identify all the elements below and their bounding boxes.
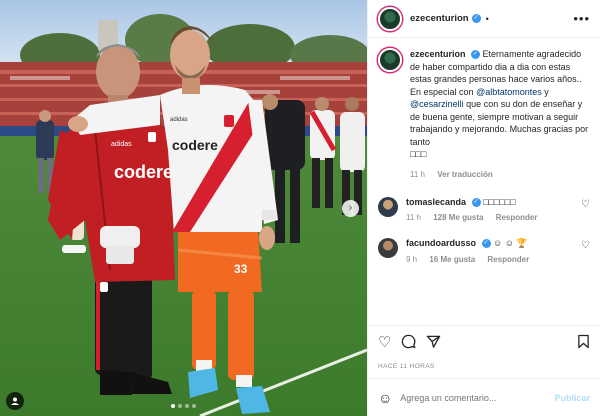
add-comment-bar: ☺ Publicar: [368, 378, 600, 416]
coach-shirt-brand: adidas: [111, 141, 132, 148]
author-avatar[interactable]: [378, 6, 402, 31]
comment-text: □□□□□□: [483, 197, 516, 207]
player-shirt-sponsor: codere: [172, 137, 218, 153]
chevron-right-icon: ›: [348, 202, 353, 214]
header-separator: •: [485, 13, 489, 24]
verified-icon: ✓: [471, 50, 481, 60]
reply-button[interactable]: Responder: [487, 255, 529, 264]
carousel-dot: [192, 404, 196, 408]
comment: tomaslecanda ✓ □□□□□□ 11 h 128 Me gusta …: [378, 197, 590, 222]
publish-button[interactable]: Publicar: [554, 393, 590, 403]
commenter-avatar[interactable]: [378, 197, 398, 217]
post-timestamp: HACE 11 HORAS: [378, 363, 435, 370]
bookmark-icon[interactable]: [577, 334, 590, 349]
comments-area[interactable]: ezecenturion ✓ Eternamente agradecido de…: [368, 38, 600, 325]
comment-text: ☺ ☺ 🏆: [493, 238, 528, 249]
caption-age: 11 h: [410, 169, 425, 179]
verified-icon: ✓: [471, 198, 481, 208]
emoji-icon[interactable]: ☺: [378, 390, 392, 406]
mention-link[interactable]: @cesarzinelli: [410, 99, 464, 109]
comment-body: facundoardusso ✓ ☺ ☺ 🏆 9 h 16 Me gusta R…: [406, 238, 581, 264]
share-icon[interactable]: [426, 334, 441, 349]
coach-shirt-sponsor: codere: [114, 162, 173, 182]
caption-text: y: [544, 86, 549, 97]
carousel-indicator: [0, 404, 367, 408]
caption-text-block: ezecenturion ✓ Eternamente agradecido de…: [410, 48, 590, 181]
heart-icon[interactable]: ♡: [378, 333, 391, 351]
next-photo-button[interactable]: ›: [342, 200, 359, 217]
comment-age: 9 h: [406, 255, 418, 265]
comment-meta: 11 h 128 Me gusta Responder: [406, 213, 581, 222]
caption-meta: 11 h Ver traducción: [410, 169, 590, 182]
commenter-username[interactable]: facundoardusso: [406, 238, 476, 248]
player-shirt-brand: adidas: [170, 117, 188, 123]
author-username[interactable]: ezecenturion: [410, 13, 469, 24]
post-header: ezecenturion ✓ • •••: [368, 0, 600, 38]
commenter-username[interactable]: tomaslecanda: [406, 197, 466, 207]
caption-avatar[interactable]: [378, 48, 402, 72]
mention-link[interactable]: @albtatomontes: [476, 87, 542, 97]
comment-likes[interactable]: 16 Me gusta: [429, 255, 475, 264]
comment-likes[interactable]: 128 Me gusta: [433, 213, 483, 222]
shorts-number: 33: [234, 262, 248, 276]
comment-input[interactable]: [400, 392, 555, 403]
commenter-avatar[interactable]: [378, 238, 398, 259]
caption-username[interactable]: ezecenturion: [410, 49, 466, 59]
verified-icon: ✓: [481, 239, 491, 249]
comment-line: tomaslecanda ✓ □□□□□□: [406, 197, 581, 208]
comment-age: 11 h: [406, 213, 421, 223]
caption-text: En especial con: [410, 86, 474, 97]
caption: ezecenturion ✓ Eternamente agradecido de…: [378, 48, 590, 181]
post-viewer: codere adidas 33 codere adidas › ezecent…: [0, 0, 600, 416]
heart-icon[interactable]: ♡: [581, 240, 590, 251]
comment: facundoardusso ✓ ☺ ☺ 🏆 9 h 16 Me gusta R…: [378, 238, 590, 264]
comment-icon[interactable]: [401, 334, 416, 349]
comment-body: tomaslecanda ✓ □□□□□□ 11 h 128 Me gusta …: [406, 197, 581, 222]
post-sidebar: ezecenturion ✓ • ••• ezecenturion ✓ Eter…: [367, 0, 600, 416]
action-bar: ♡: [368, 325, 600, 357]
comment-meta: 9 h 16 Me gusta Responder: [406, 255, 581, 264]
verified-icon: ✓: [471, 14, 481, 23]
post-photo[interactable]: codere adidas 33 codere adidas ›: [0, 0, 367, 416]
carousel-dot-active: [171, 404, 175, 408]
carousel-dot: [178, 404, 182, 408]
reply-button[interactable]: Responder: [496, 213, 538, 222]
more-icon[interactable]: •••: [573, 11, 590, 26]
comment-line: facundoardusso ✓ ☺ ☺ 🏆: [406, 238, 581, 249]
photo-illustration: codere adidas 33 codere adidas: [0, 0, 367, 416]
heart-icon[interactable]: ♡: [581, 199, 590, 210]
see-translation-link[interactable]: Ver traducción: [437, 170, 493, 179]
carousel-dot: [185, 404, 189, 408]
caption-emojis: □□□: [410, 149, 427, 159]
